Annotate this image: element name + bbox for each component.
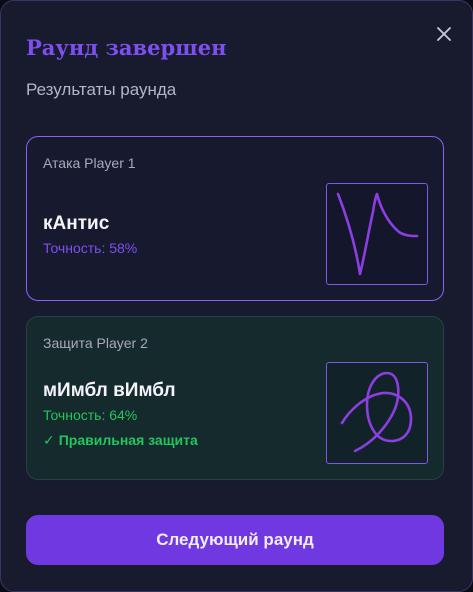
attack-label: Атака Player 1 — [43, 155, 136, 171]
attack-spell-word: кАнтис — [43, 213, 110, 234]
next-round-button[interactable]: Следующий раунд — [26, 515, 444, 565]
attack-accuracy: Точность: 58% — [43, 240, 138, 256]
dialog-title: Раунд завершен — [26, 35, 227, 60]
correct-defense-text: Правильная защита — [58, 432, 198, 448]
defense-gesture-stroke — [340, 371, 413, 453]
close-button[interactable] — [433, 23, 455, 45]
dialog-subtitle: Результаты раунда — [26, 80, 177, 99]
defense-drawing — [326, 362, 428, 464]
round-result-dialog: Раунд завершен Результаты раунда Атака P… — [0, 0, 473, 592]
check-icon: ✓ — [43, 432, 55, 448]
defense-label: Защита Player 2 — [43, 335, 148, 351]
attack-gesture-stroke — [336, 192, 419, 276]
close-icon — [437, 27, 451, 41]
correct-defense-badge: ✓ Правильная защита — [43, 432, 198, 449]
defense-spell-word: мИмбл вИмбл — [43, 380, 176, 401]
defense-card: Защита Player 2 мИмбл вИмбл Точность: 64… — [26, 316, 444, 480]
defense-accuracy: Точность: 64% — [43, 407, 138, 423]
attack-drawing — [326, 183, 428, 285]
attack-card: Атака Player 1 кАнтис Точность: 58% — [26, 136, 444, 301]
